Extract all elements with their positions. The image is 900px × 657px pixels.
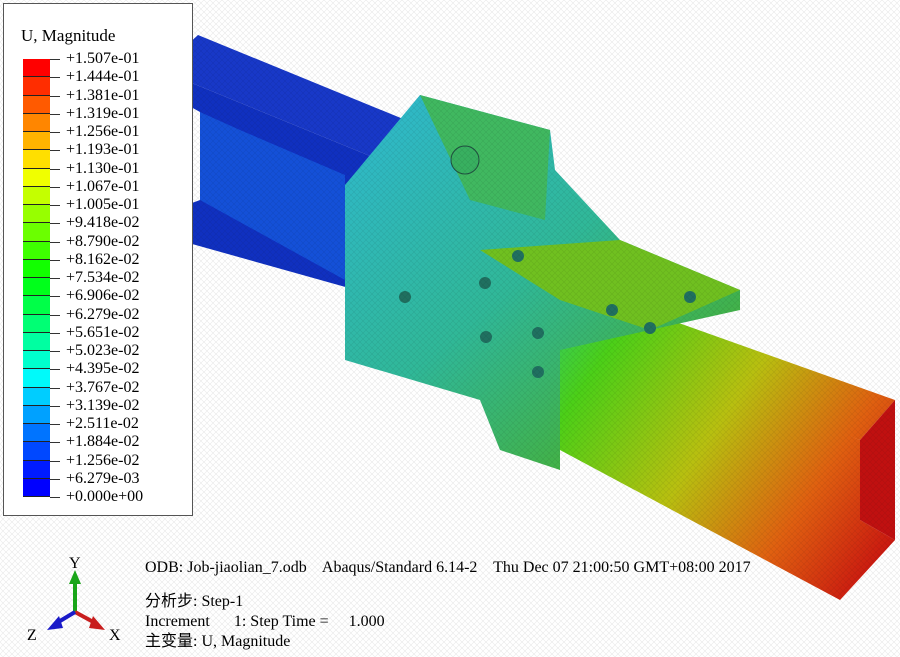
legend-label: +1.507e-01 bbox=[50, 50, 143, 68]
legend-label: +3.139e-02 bbox=[50, 397, 143, 415]
legend-label: +1.319e-01 bbox=[50, 105, 143, 123]
legend-label: +1.193e-01 bbox=[50, 141, 143, 159]
color-band bbox=[23, 95, 50, 114]
legend-label: +7.534e-02 bbox=[50, 269, 143, 287]
y-arrow-icon bbox=[69, 570, 81, 584]
color-band bbox=[23, 296, 50, 315]
color-band bbox=[23, 314, 50, 333]
color-band bbox=[23, 168, 50, 187]
legend-label: +1.256e-01 bbox=[50, 123, 143, 141]
color-band bbox=[23, 332, 50, 351]
odb-line: ODB: Job-jiaolian_7.odb Abaqus/Standard … bbox=[145, 559, 751, 576]
color-band bbox=[23, 278, 50, 297]
legend-labels: +1.507e-01 +1.444e-01 +1.381e-01 +1.319e-01… bbox=[50, 50, 143, 506]
variable-line: 主变量: U, Magnitude bbox=[145, 633, 291, 650]
x-arrow-icon bbox=[89, 616, 105, 630]
y-label: Y bbox=[69, 555, 81, 572]
legend-label: +6.279e-03 bbox=[50, 470, 143, 488]
color-band bbox=[23, 259, 50, 278]
color-band bbox=[23, 205, 50, 224]
color-band bbox=[23, 132, 50, 151]
color-band bbox=[23, 351, 50, 370]
legend-label: +8.162e-02 bbox=[50, 251, 143, 269]
legend-label: +1.381e-01 bbox=[50, 87, 143, 105]
legend-label: +9.418e-02 bbox=[50, 214, 143, 232]
contour-legend: U, Magnitude +1.507e-01 +1.444e-01 +1.381e… bbox=[3, 3, 193, 516]
color-band bbox=[23, 77, 50, 96]
color-band bbox=[23, 186, 50, 205]
color-band bbox=[23, 369, 50, 388]
color-band bbox=[23, 113, 50, 132]
viewport[interactable]: U, Magnitude +1.507e-01 +1.444e-01 +1.381e… bbox=[0, 0, 900, 657]
legend-label: +4.395e-02 bbox=[50, 360, 143, 378]
color-band bbox=[23, 405, 50, 424]
legend-label: +6.279e-02 bbox=[50, 306, 143, 324]
color-band bbox=[23, 150, 50, 169]
color-band bbox=[23, 223, 50, 242]
legend-label: +1.256e-02 bbox=[50, 452, 143, 470]
step-line: 分析步: Step-1 bbox=[145, 593, 244, 610]
axis-triad: Y X Z bbox=[27, 555, 121, 644]
legend-label: +6.906e-02 bbox=[50, 287, 143, 305]
legend-label: +5.651e-02 bbox=[50, 324, 143, 342]
color-band bbox=[23, 387, 50, 406]
color-band bbox=[23, 442, 50, 461]
legend-title: U, Magnitude bbox=[21, 26, 116, 45]
legend-label: +1.444e-01 bbox=[50, 68, 143, 86]
z-arrow-icon bbox=[47, 616, 63, 630]
z-label: Z bbox=[27, 627, 37, 644]
color-bar bbox=[23, 59, 50, 497]
color-band bbox=[23, 59, 50, 78]
color-band bbox=[23, 241, 50, 260]
legend-label: +1.067e-01 bbox=[50, 178, 143, 196]
legend-label: +1.005e-01 bbox=[50, 196, 143, 214]
legend-label: +2.511e-02 bbox=[50, 415, 143, 433]
legend-label: +8.790e-02 bbox=[50, 233, 143, 251]
color-band bbox=[23, 424, 50, 443]
color-band bbox=[23, 478, 50, 497]
x-label: X bbox=[109, 627, 121, 644]
increment-line: Increment 1: Step Time = 1.000 bbox=[145, 613, 385, 630]
legend-label: +1.130e-01 bbox=[50, 160, 143, 178]
color-band bbox=[23, 460, 50, 479]
legend-label: +5.023e-02 bbox=[50, 342, 143, 360]
viewport-info: ODB: Job-jiaolian_7.odb Abaqus/Standard … bbox=[145, 558, 751, 652]
legend-label: +1.884e-02 bbox=[50, 433, 143, 451]
legend-label: +3.767e-02 bbox=[50, 379, 143, 397]
legend-label: +0.000e+00 bbox=[50, 488, 143, 506]
